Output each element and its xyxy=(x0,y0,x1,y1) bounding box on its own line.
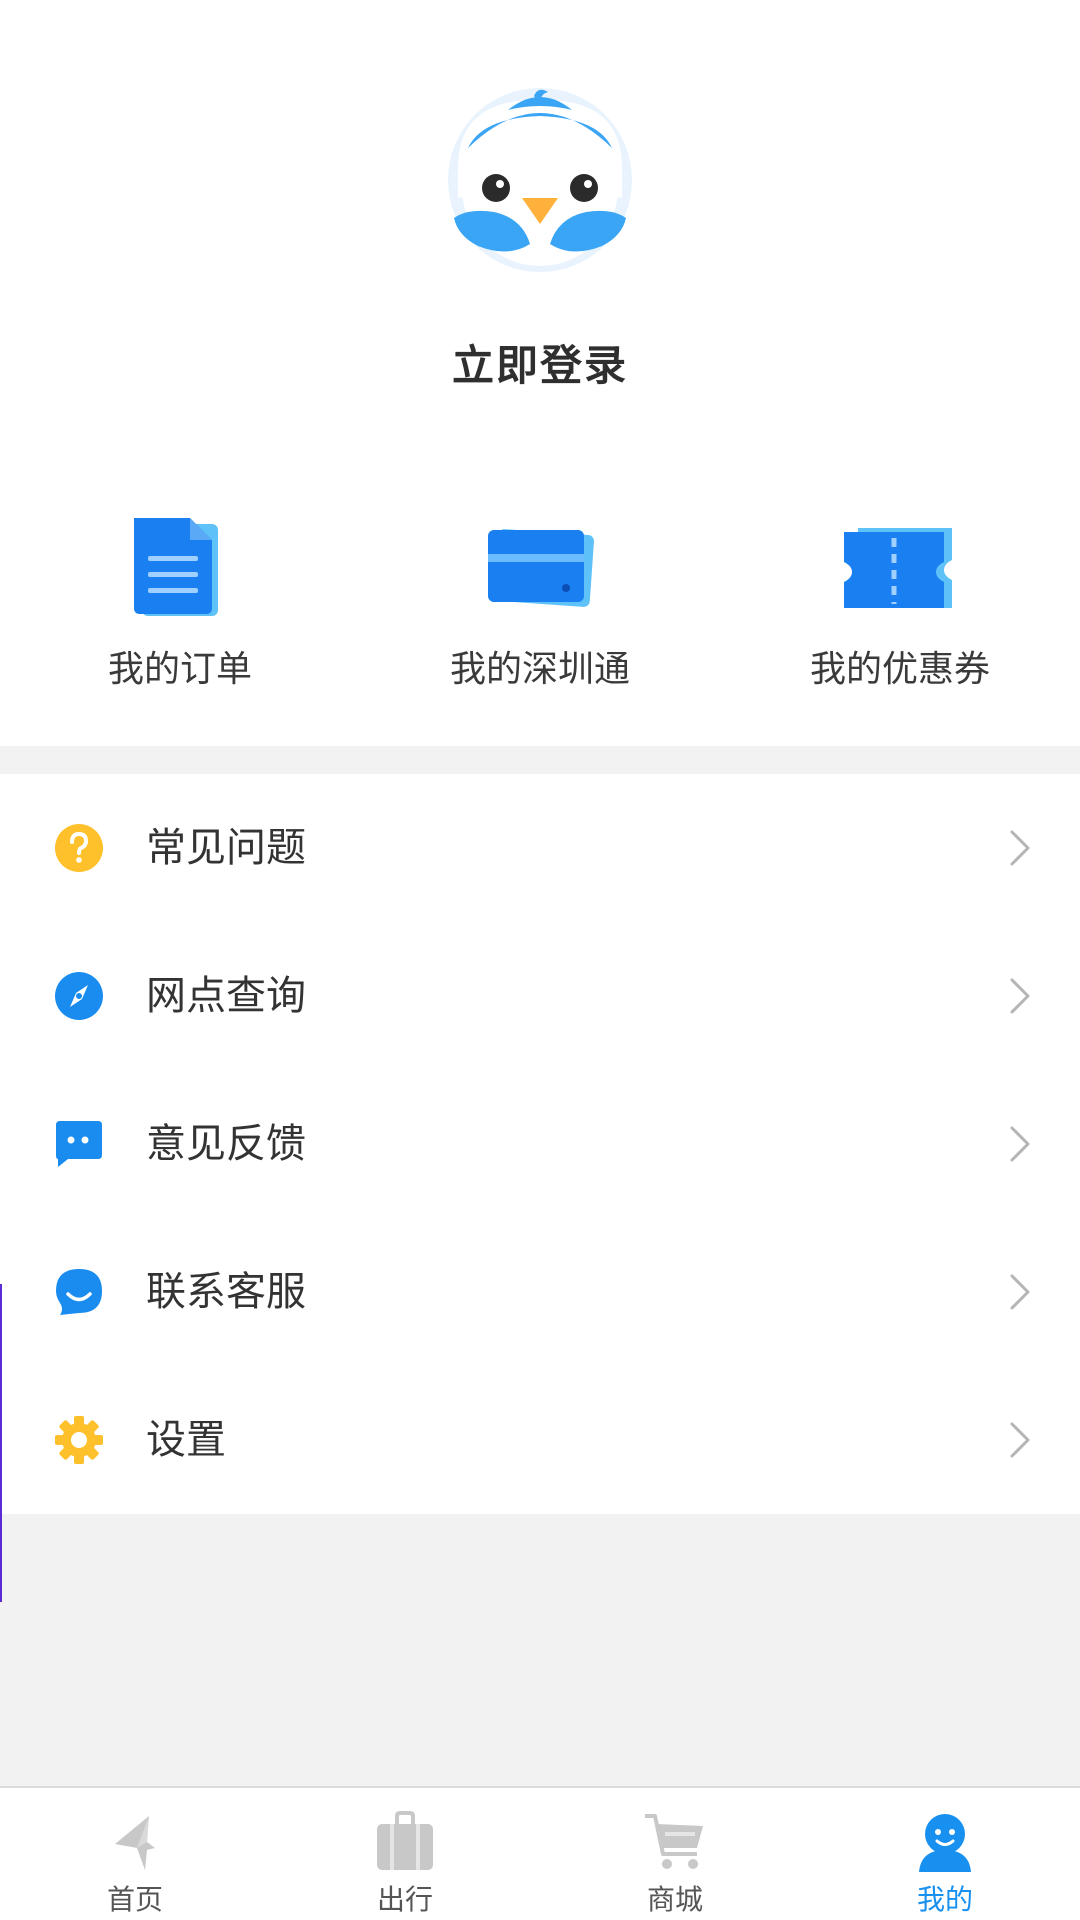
gear-icon xyxy=(54,1415,104,1465)
menu-item-faq[interactable]: 常见问题 xyxy=(0,774,1080,922)
tab-profile[interactable]: 我的 xyxy=(810,1788,1080,1920)
my-orders-label: 我的订单 xyxy=(107,649,252,690)
tab-profile-label: 我的 xyxy=(916,1883,973,1916)
tab-home-label: 首页 xyxy=(106,1883,163,1916)
menu-item-customer-service[interactable]: 联系客服 xyxy=(0,1218,1080,1366)
menu-label-customer-service: 联系客服 xyxy=(146,1269,306,1315)
profile-page: 立即登录 我的订单 我的深圳通 我的优惠券 常见问题 网点查询 意见反馈 联系客… xyxy=(0,0,1080,1920)
luggage-icon xyxy=(373,1810,437,1874)
tab-travel[interactable]: 出行 xyxy=(270,1788,540,1920)
profile-header: 立即登录 xyxy=(0,0,1080,460)
my-coupons-label: 我的优惠券 xyxy=(809,649,990,690)
my-transit-card-label: 我的深圳通 xyxy=(449,649,630,690)
customer-service-icon xyxy=(54,1267,104,1317)
section-divider xyxy=(0,746,1080,774)
tab-travel-label: 出行 xyxy=(376,1883,433,1916)
menu-item-feedback[interactable]: 意见反馈 xyxy=(0,1070,1080,1218)
menu-item-outlet-search[interactable]: 网点查询 xyxy=(0,922,1080,1070)
menu-item-settings[interactable]: 设置 xyxy=(0,1366,1080,1514)
chevron-right-icon xyxy=(1008,828,1032,868)
tab-home[interactable]: 首页 xyxy=(0,1788,270,1920)
my-orders-entry[interactable]: 我的订单 xyxy=(20,516,340,746)
menu-label-outlet-search: 网点查询 xyxy=(146,973,306,1019)
chevron-right-icon xyxy=(1008,1420,1032,1460)
my-transit-card-entry[interactable]: 我的深圳通 xyxy=(380,516,700,746)
login-link[interactable]: 立即登录 xyxy=(452,332,628,393)
profile-icon xyxy=(913,1810,977,1874)
menu-label-feedback: 意见反馈 xyxy=(146,1121,306,1167)
chevron-right-icon xyxy=(1008,976,1032,1016)
menu-list: 常见问题 网点查询 意见反馈 联系客服 设置 xyxy=(0,774,1080,1514)
bottom-tab-bar: 首页 出行 商城 我的 xyxy=(0,1786,1080,1920)
menu-label-faq: 常见问题 xyxy=(146,825,306,871)
feedback-message-icon xyxy=(54,1119,104,1169)
bird-avatar-icon xyxy=(448,88,632,272)
shopping-cart-icon xyxy=(643,1810,707,1874)
compass-icon xyxy=(54,971,104,1021)
tab-mall[interactable]: 商城 xyxy=(540,1788,810,1920)
coupon-ticket-icon xyxy=(844,528,952,608)
edge-accent-line xyxy=(0,1284,2,1602)
chevron-right-icon xyxy=(1008,1272,1032,1312)
order-document-icon xyxy=(134,518,218,616)
empty-background-area xyxy=(0,1514,1080,1788)
home-plane-icon xyxy=(103,1810,167,1874)
avatar[interactable] xyxy=(448,88,632,272)
menu-label-settings: 设置 xyxy=(146,1417,226,1463)
chevron-right-icon xyxy=(1008,1124,1032,1164)
tab-mall-label: 商城 xyxy=(646,1883,703,1916)
transit-card-icon xyxy=(488,529,594,607)
question-icon xyxy=(54,823,104,873)
quick-entries: 我的订单 我的深圳通 我的优惠券 xyxy=(0,516,1080,746)
my-coupons-entry[interactable]: 我的优惠券 xyxy=(740,516,1060,746)
